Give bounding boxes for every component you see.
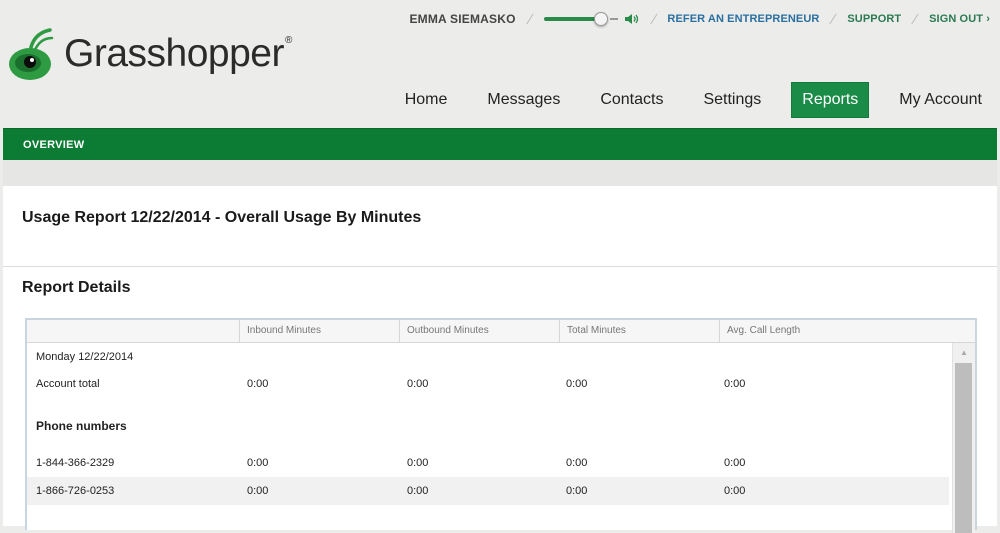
phone-number: 1-844-366-2329 — [36, 457, 115, 469]
cell-outbound: 0:00 — [407, 457, 429, 469]
table-scrollbar[interactable]: ▲ — [952, 343, 975, 533]
nav-my-account[interactable]: My Account — [889, 83, 992, 117]
section-title: Report Details — [22, 279, 131, 296]
registered-mark: ® — [284, 34, 293, 46]
tab-overview[interactable]: OVERVIEW — [23, 139, 85, 151]
table-row: 1-866-726-0253 0:00 0:00 0:00 0:00 — [27, 477, 949, 505]
phone-numbers-heading: Phone numbers — [36, 419, 127, 433]
user-name: EMMA SIEMASKO — [409, 12, 516, 26]
grasshopper-logo-icon — [9, 28, 54, 80]
table-body: Monday 12/22/2014 Account total 0:00 0:0… — [27, 343, 949, 533]
volume-slider-handle[interactable] — [593, 12, 608, 26]
row-label: Account total — [36, 378, 100, 390]
nav-messages[interactable]: Messages — [477, 83, 570, 117]
column-header-total[interactable]: Total Minutes — [559, 320, 719, 342]
page-title: Usage Report 12/22/2014 - Overall Usage … — [22, 209, 422, 226]
separator: / — [910, 11, 921, 27]
support-link[interactable]: SUPPORT — [847, 13, 901, 25]
app-header: Grasshopper ® EMMA SIEMASKO / / REFER AN … — [0, 0, 1000, 128]
date-label: Monday 12/22/2014 — [36, 351, 134, 363]
separator: / — [524, 11, 535, 27]
volume-control[interactable] — [543, 12, 640, 26]
speaker-icon[interactable] — [624, 13, 640, 25]
content-spacer — [3, 160, 997, 186]
table-row-date: Monday 12/22/2014 — [27, 343, 949, 371]
nav-reports[interactable]: Reports — [791, 82, 870, 118]
grasshopper-logo[interactable]: Grasshopper ® — [8, 26, 292, 82]
cell-avg-length: 0:00 — [724, 485, 746, 497]
column-header-outbound[interactable]: Outbound Minutes — [399, 320, 559, 342]
cell-total: 0:00 — [566, 457, 588, 469]
sign-out-link[interactable]: SIGN OUT › — [929, 13, 990, 25]
scroll-thumb[interactable] — [955, 363, 972, 533]
main-nav: Home Messages Contacts Settings Reports … — [375, 82, 992, 118]
scroll-up-arrow-icon[interactable]: ▲ — [953, 343, 975, 361]
divider — [3, 266, 997, 267]
report-content: Usage Report 12/22/2014 - Overall Usage … — [3, 186, 997, 533]
volume-slider-end — [609, 18, 618, 20]
nav-contacts[interactable]: Contacts — [590, 83, 673, 117]
nav-settings[interactable]: Settings — [693, 83, 771, 117]
volume-slider[interactable] — [543, 12, 608, 26]
table-row-account-total: Account total 0:00 0:00 0:00 0:00 — [27, 370, 949, 398]
separator: / — [648, 11, 659, 27]
brand-name: Grasshopper — [64, 32, 284, 75]
utility-bar: EMMA SIEMASKO / / REFER AN ENTREPRENEUR … — [409, 11, 990, 27]
cell-inbound: 0:00 — [247, 378, 269, 390]
cell-total: 0:00 — [566, 485, 588, 497]
phone-number: 1-866-726-0253 — [36, 485, 115, 497]
cell-outbound: 0:00 — [407, 378, 429, 390]
cell-outbound: 0:00 — [407, 485, 429, 497]
report-table: Inbound Minutes Outbound Minutes Total M… — [25, 318, 977, 533]
cell-avg-length: 0:00 — [724, 457, 746, 469]
refer-entrepreneur-link[interactable]: REFER AN ENTREPRENEUR — [667, 13, 819, 25]
cell-inbound: 0:00 — [247, 457, 269, 469]
table-row: 1-844-366-2329 0:00 0:00 0:00 0:00 — [27, 449, 949, 477]
table-header: Inbound Minutes Outbound Minutes Total M… — [27, 320, 975, 343]
cell-avg-length: 0:00 — [724, 378, 746, 390]
table-row-phone-heading: Phone numbers — [27, 412, 949, 440]
separator: / — [828, 11, 839, 27]
cell-inbound: 0:00 — [247, 485, 269, 497]
column-header-inbound[interactable]: Inbound Minutes — [239, 320, 399, 342]
sub-nav-bar: OVERVIEW — [3, 128, 997, 161]
column-header-avg-call-length[interactable]: Avg. Call Length — [719, 320, 975, 342]
cell-total: 0:00 — [566, 378, 588, 390]
nav-home[interactable]: Home — [395, 83, 458, 117]
